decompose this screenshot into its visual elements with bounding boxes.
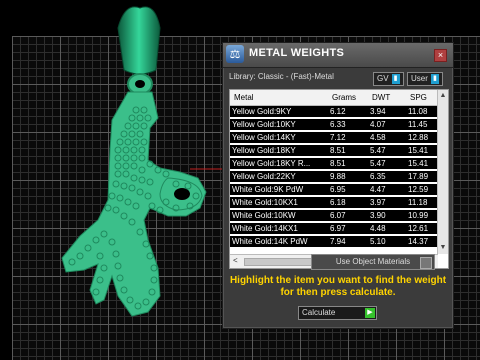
dialog-title: METAL WEIGHTS: [249, 47, 345, 59]
table-row[interactable]: Yellow Gold:18KY R... 8.51 5.47 15.41: [230, 158, 438, 169]
cell-dwt: 4.07: [370, 120, 386, 129]
user-toggle[interactable]: User ▮: [407, 72, 443, 86]
user-toggle-label: User: [411, 74, 428, 83]
cell-dwt: 4.47: [370, 185, 386, 194]
scroll-left-icon[interactable]: <: [233, 256, 238, 265]
library-row: Library: Classic - (Fast)-Metal GV ▮ User…: [223, 69, 453, 89]
cell-spg: 10.99: [408, 211, 429, 220]
cell-metal: White Gold:9K PdW: [232, 185, 304, 194]
user-checkbox[interactable]: ▮: [430, 74, 439, 84]
calculate-label: Calculate: [302, 308, 336, 317]
cell-spg: 11.08: [408, 107, 428, 116]
column-header-metal[interactable]: Metal: [234, 93, 254, 102]
table-row[interactable]: White Gold:14KX1 6.97 4.48 12.61: [230, 223, 438, 234]
use-object-materials-button[interactable]: Use Object Materials: [311, 254, 435, 270]
metal-weights-icon: ⚖: [226, 45, 244, 63]
cell-grams: 6.33: [330, 120, 346, 129]
cell-grams: 7.94: [330, 237, 346, 246]
play-icon: ▶: [365, 308, 375, 318]
cell-grams: 6.18: [330, 198, 346, 207]
metal-weights-dialog: ⚖ METAL WEIGHTS × Library: Classic - (Fa…: [222, 42, 454, 329]
scroll-up-icon[interactable]: ▲: [439, 92, 447, 100]
calculate-button[interactable]: Calculate ▶: [298, 306, 377, 320]
table-row[interactable]: White Gold:10KX1 6.18 3.97 11.18: [230, 197, 438, 208]
gv-toggle[interactable]: GV ▮: [373, 72, 404, 86]
cell-spg: 14.37: [408, 237, 429, 246]
cell-spg: 12.59: [408, 185, 429, 194]
cell-dwt: 6.35: [370, 172, 386, 181]
close-icon[interactable]: ×: [434, 49, 447, 62]
gv-toggle-label: GV: [377, 74, 389, 83]
cell-grams: 9.88: [330, 172, 346, 181]
vertical-scrollbar[interactable]: ▲ ▼: [437, 90, 448, 254]
table-row[interactable]: Yellow Gold:9KY 6.12 3.94 11.08: [230, 106, 438, 117]
library-label: Library: Classic - (Fast)-Metal: [229, 72, 334, 81]
gv-checkbox[interactable]: ▮: [391, 74, 400, 84]
cell-spg: 17.89: [408, 172, 429, 181]
cell-grams: 6.12: [330, 107, 346, 116]
table-row[interactable]: White Gold:10KW 6.07 3.90 10.99: [230, 210, 438, 221]
cell-dwt: 5.10: [370, 237, 386, 246]
instruction-message: Highlight the item you want to find the …: [229, 275, 447, 298]
cell-dwt: 5.47: [370, 159, 386, 168]
dialog-titlebar[interactable]: ⚖ METAL WEIGHTS ×: [223, 43, 453, 68]
table-row[interactable]: Yellow Gold:18KY 8.51 5.47 15.41: [230, 145, 438, 156]
table-row[interactable]: Yellow Gold:10KY 6.33 4.07 11.45: [230, 119, 438, 130]
cell-metal: Yellow Gold:9KY: [232, 107, 292, 116]
table-row[interactable]: Yellow Gold:22KY 9.88 6.35 17.89: [230, 171, 438, 182]
cell-metal: Yellow Gold:18KY R...: [232, 159, 311, 168]
cell-grams: 8.51: [330, 146, 346, 155]
3d-viewport[interactable]: ⚖ METAL WEIGHTS × Library: Classic - (Fa…: [0, 0, 480, 360]
cell-spg: 12.88: [408, 133, 429, 142]
column-header-grams[interactable]: Grams: [332, 93, 356, 102]
cell-grams: 6.07: [330, 211, 346, 220]
cell-dwt: 3.94: [370, 107, 386, 116]
cell-grams: 7.12: [330, 133, 346, 142]
cell-metal: Yellow Gold:18KY: [232, 146, 296, 155]
cell-metal: White Gold:14KX1: [232, 224, 298, 233]
table-header: Metal Grams DWT SPG: [230, 90, 448, 106]
cell-metal: White Gold:10KW: [232, 211, 296, 220]
cell-spg: 11.45: [408, 120, 428, 129]
column-header-spg[interactable]: SPG: [410, 93, 427, 102]
use-object-materials-label: Use Object Materials: [335, 257, 411, 266]
cell-spg: 15.41: [408, 146, 429, 155]
cell-grams: 6.95: [330, 185, 346, 194]
metal-table[interactable]: Metal Grams DWT SPG Yellow Gold:9KY 6.12 3…: [229, 89, 449, 269]
cell-dwt: 5.47: [370, 146, 386, 155]
cell-grams: 6.97: [330, 224, 346, 233]
cell-dwt: 3.90: [370, 211, 386, 220]
cell-metal: White Gold:10KX1: [232, 198, 298, 207]
cell-spg: 12.61: [408, 224, 429, 233]
cell-dwt: 4.58: [370, 133, 386, 142]
use-object-materials-checkbox[interactable]: [420, 257, 432, 269]
cell-metal: Yellow Gold:14KY: [232, 133, 296, 142]
table-row[interactable]: Yellow Gold:14KY 7.12 4.58 12.88: [230, 132, 438, 143]
table-row[interactable]: White Gold:9K PdW 6.95 4.47 12.59: [230, 184, 438, 195]
pendant-bail: [117, 6, 161, 75]
cell-spg: 11.18: [408, 198, 428, 207]
cell-dwt: 3.97: [370, 198, 386, 207]
table-row[interactable]: White Gold:14K PdW 7.94 5.10 14.37: [230, 236, 438, 247]
cell-spg: 15.41: [408, 159, 429, 168]
column-header-dwt[interactable]: DWT: [372, 93, 390, 102]
cell-metal: Yellow Gold:10KY: [232, 120, 296, 129]
cell-metal: White Gold:14K PdW: [232, 237, 308, 246]
cell-metal: Yellow Gold:22KY: [232, 172, 296, 181]
cell-dwt: 4.48: [370, 224, 386, 233]
cell-grams: 8.51: [330, 159, 346, 168]
scroll-down-icon[interactable]: ▼: [439, 244, 447, 252]
